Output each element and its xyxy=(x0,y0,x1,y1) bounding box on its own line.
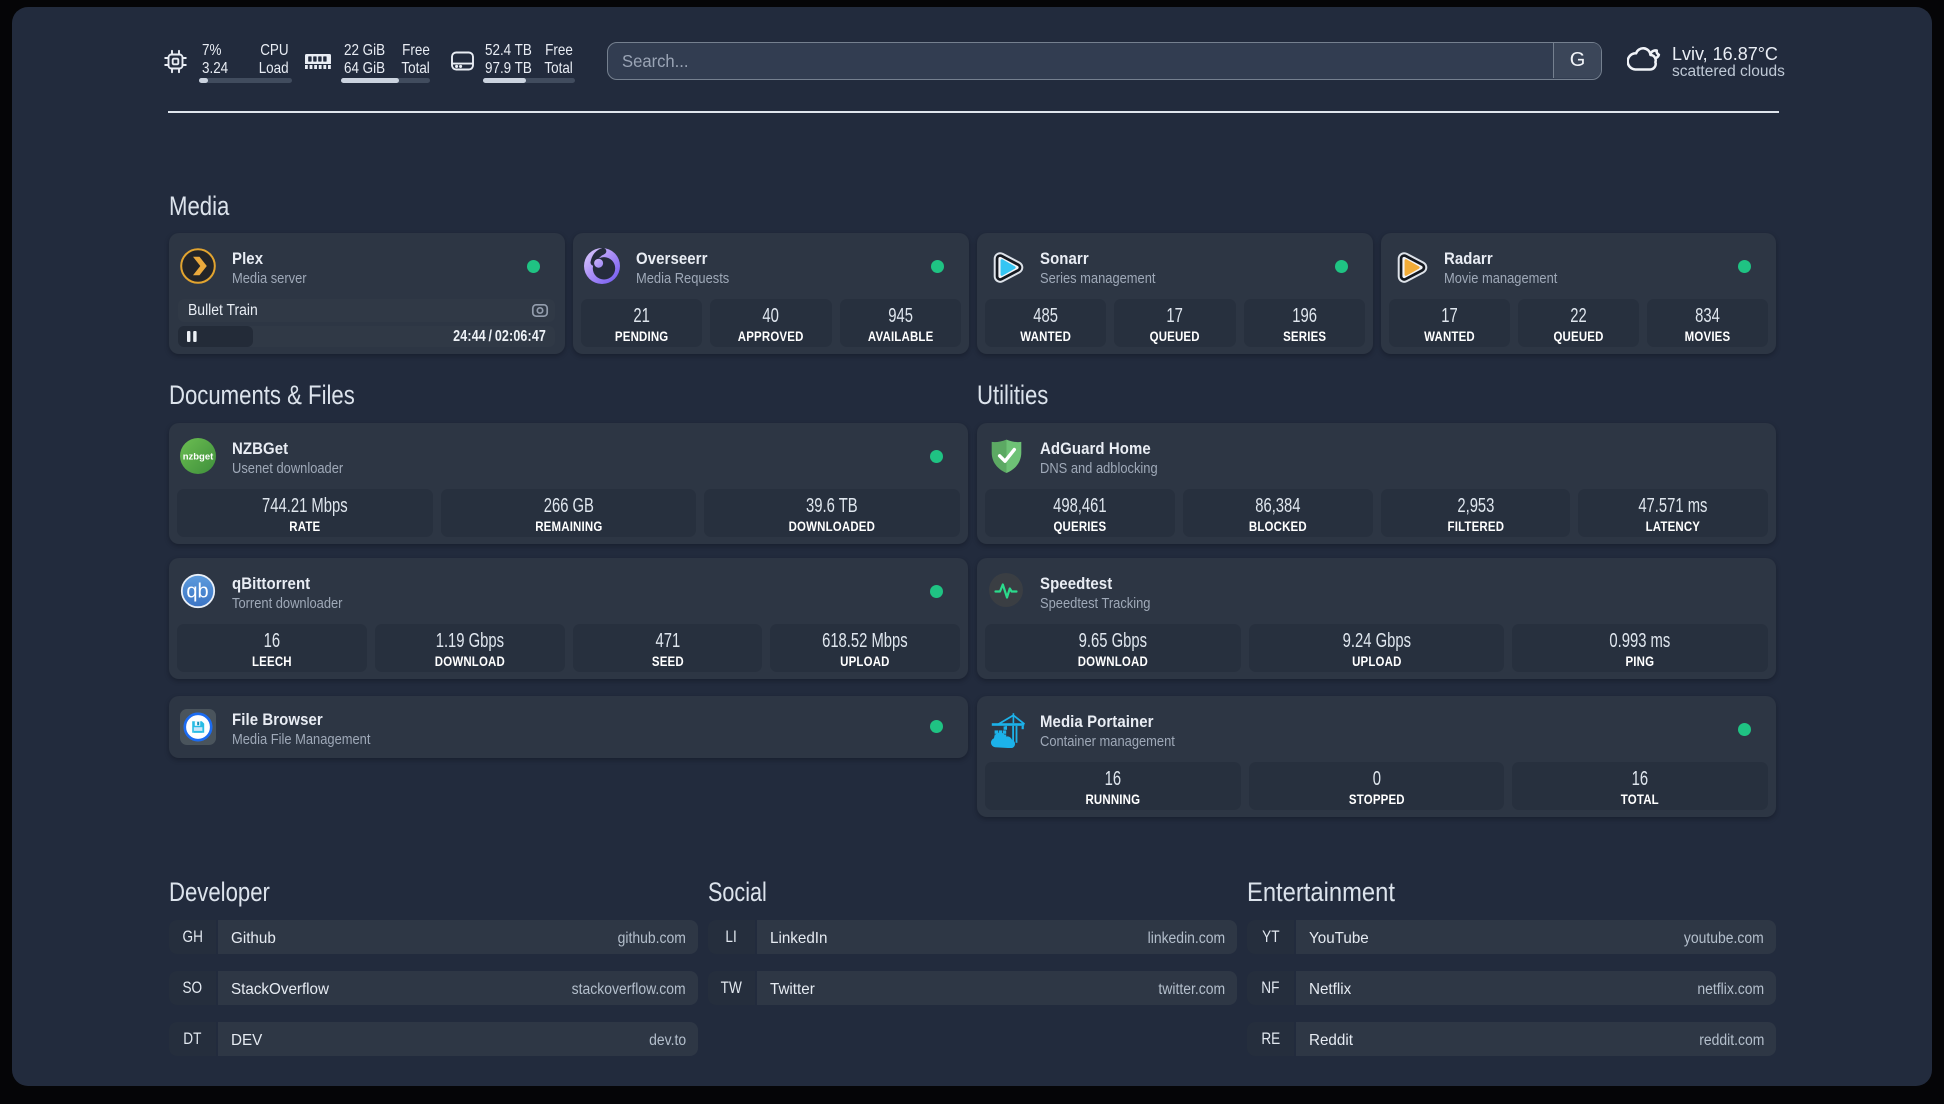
svg-text:qb: qb xyxy=(186,581,208,603)
svg-text:nzbget: nzbget xyxy=(183,452,214,463)
